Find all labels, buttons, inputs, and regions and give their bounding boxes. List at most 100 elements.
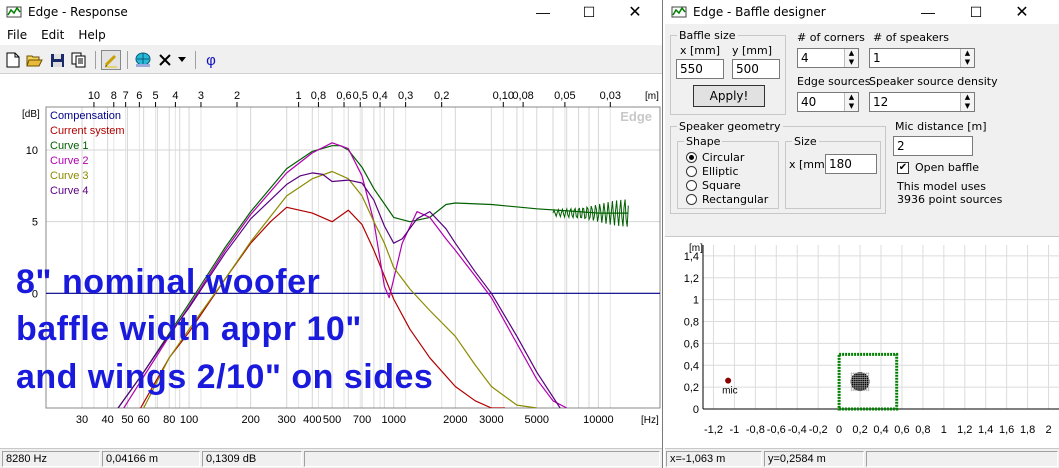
overlay-line-3: and wings 2/10" on sides — [16, 358, 434, 396]
shape-circular-label: Circular — [702, 151, 745, 164]
response-titlebar[interactable]: Edge - Response — ☐ ✕ — [0, 0, 662, 24]
layout-x-tick-label: 1,6 — [999, 424, 1014, 436]
x-tick-label: 300 — [278, 414, 296, 426]
response-plot[interactable]: 0 5 10 [dB] 30 40 50 60 80 100 200 300 400 500 700 1000… — [0, 75, 662, 437]
layout-x-tick-label: 1,4 — [978, 424, 993, 436]
speaker-geometry-group: Speaker geometry Shape Circular Elliptic… — [670, 120, 886, 214]
legend-item: Curve 1 — [50, 140, 89, 152]
menu-help[interactable]: Help — [71, 28, 112, 42]
dropdown-icon[interactable] — [176, 50, 188, 70]
layout-y-tick-label: 0,8 — [684, 317, 699, 329]
corners-spinner[interactable]: 4 ▲ ▼ — [797, 48, 859, 68]
baffle-designer-window: Edge - Baffle designer — ☐ ✕ Baffle size… — [665, 0, 1059, 468]
shape-circular-radio[interactable]: Circular — [686, 151, 744, 164]
open-baffle-checkbox[interactable]: ✔ Open baffle — [897, 161, 979, 174]
y-tick-label: 5 — [32, 217, 38, 229]
save-icon[interactable] — [47, 50, 67, 70]
open-baffle-label: Open baffle — [915, 161, 980, 174]
speakers-spinner[interactable]: 1 ▲ ▼ — [869, 48, 975, 68]
top-tick-label: 0,3 — [398, 90, 413, 102]
x-tick-label: 400 — [303, 414, 321, 426]
size-x-input[interactable]: 180 — [825, 154, 877, 174]
open-icon[interactable] — [24, 50, 44, 70]
spinner-arrows[interactable]: ▲ ▼ — [960, 49, 974, 67]
radio-dot — [686, 166, 697, 177]
layout-x-tick-label: 2 — [1045, 424, 1051, 436]
layout-x-tick-label: -1 — [730, 424, 740, 436]
corners-label: # of corners — [797, 31, 865, 44]
density-spinner[interactable]: 12 ▲ ▼ — [869, 92, 975, 112]
layout-y-tick-label: 1,4 — [684, 251, 699, 263]
minimize-button[interactable]: — — [520, 0, 566, 24]
edge-app-icon — [671, 6, 687, 18]
new-icon[interactable] — [3, 50, 23, 70]
baffle-size-group: Baffle size x [mm] y [mm] 550 500 Apply! — [670, 29, 786, 115]
layout-x-tick-label: 0 — [836, 424, 842, 436]
close-button[interactable]: ✕ — [612, 0, 658, 24]
edge-app-icon — [6, 6, 22, 18]
phi-icon[interactable]: φ — [201, 50, 221, 70]
x-tick-label: 40 — [101, 414, 113, 426]
top-tick-label: 0,05 — [554, 90, 575, 102]
layout-y-tick-label: 0,4 — [684, 360, 699, 372]
layout-x-tick-label: 1,2 — [957, 424, 972, 436]
speaker-geometry-group-label: Speaker geometry — [677, 120, 783, 133]
layout-x-tick-label: 0,8 — [915, 424, 930, 436]
response-statusbar: 8280 Hz 0,04166 m 0,1309 dB — [0, 448, 662, 468]
baffle-x-label: x [mm] — [680, 44, 721, 57]
maximize-button[interactable]: ☐ — [953, 0, 999, 24]
copy-icon[interactable] — [69, 50, 89, 70]
close-button[interactable]: ✕ — [999, 0, 1045, 24]
top-tick-label: 7 — [123, 90, 129, 102]
baffle-layout-plot[interactable]: [m] 1,4 1,2 1 0,8 0,6 0,4 0,2 0 -1,2 -1 -0,8 -0,6 -0,… — [665, 236, 1059, 448]
x-tick-label: 100 — [180, 414, 198, 426]
edge-sources-value: 40 — [801, 95, 817, 109]
top-tick-label: 10 — [88, 90, 100, 102]
pen-icon[interactable] — [101, 50, 121, 70]
density-value: 12 — [873, 95, 889, 109]
model-info-line-2: 3936 point sources — [897, 193, 1003, 206]
minimize-button[interactable]: — — [905, 0, 951, 24]
shape-elliptic-radio[interactable]: Elliptic — [686, 165, 739, 178]
density-label: Speaker source density — [869, 75, 998, 88]
shape-rectangular-radio[interactable]: Rectangular — [686, 193, 768, 206]
x-axis-label: [Hz] — [641, 415, 659, 426]
x-tick-label: 50 — [121, 414, 133, 426]
spinner-arrows[interactable]: ▲ ▼ — [844, 93, 858, 111]
baffle-x-input[interactable]: 550 — [676, 59, 724, 79]
mic-distance-input[interactable]: 2 — [893, 136, 973, 156]
top-tick-label: 1 — [296, 90, 302, 102]
status-frequency: 8280 Hz — [2, 451, 100, 467]
spinner-arrows[interactable]: ▲ ▼ — [844, 49, 858, 67]
menu-edit[interactable]: Edit — [34, 28, 71, 42]
spinner-arrows[interactable]: ▲ ▼ — [960, 93, 974, 111]
response-menubar: File Edit Help — [0, 24, 662, 45]
shape-group: Shape Circular Elliptic Square Rectangul… — [677, 135, 779, 209]
legend-item: Compensation — [50, 110, 121, 122]
x-tick-label: 500 — [323, 414, 341, 426]
layout-x-tick-label: 0,6 — [894, 424, 909, 436]
baffle-titlebar[interactable]: Edge - Baffle designer — ☐ ✕ — [665, 0, 1059, 24]
x-tick-label: 3000 — [479, 414, 503, 426]
baffle-size-group-label: Baffle size — [677, 29, 738, 42]
baffle-statusbar: x=-1,063 m y=0,2584 m — [665, 448, 1059, 468]
shape-square-radio[interactable]: Square — [686, 179, 741, 192]
globe-icon[interactable] — [133, 50, 153, 70]
apply-button[interactable]: Apply! — [693, 85, 765, 107]
top-tick-label: 0,4 — [372, 90, 387, 102]
radio-dot — [686, 180, 697, 191]
shape-square-label: Square — [702, 179, 741, 192]
delete-icon[interactable] — [155, 50, 175, 70]
shape-group-label: Shape — [684, 135, 723, 148]
speakers-label: # of speakers — [873, 31, 950, 44]
edge-sources-spinner[interactable]: 40 ▲ ▼ — [797, 92, 859, 112]
maximize-button[interactable]: ☐ — [566, 0, 612, 24]
status-empty — [304, 451, 660, 467]
menu-file[interactable]: File — [0, 28, 34, 42]
layout-x-tick-label: -0,8 — [746, 424, 765, 436]
check-icon: ✔ — [897, 161, 909, 174]
size-group-label: Size — [792, 135, 819, 148]
layout-x-tick-label: 0,2 — [852, 424, 867, 436]
baffle-y-input[interactable]: 500 — [732, 59, 780, 79]
overlay-line-1: 8" nominal woofer — [16, 263, 321, 301]
